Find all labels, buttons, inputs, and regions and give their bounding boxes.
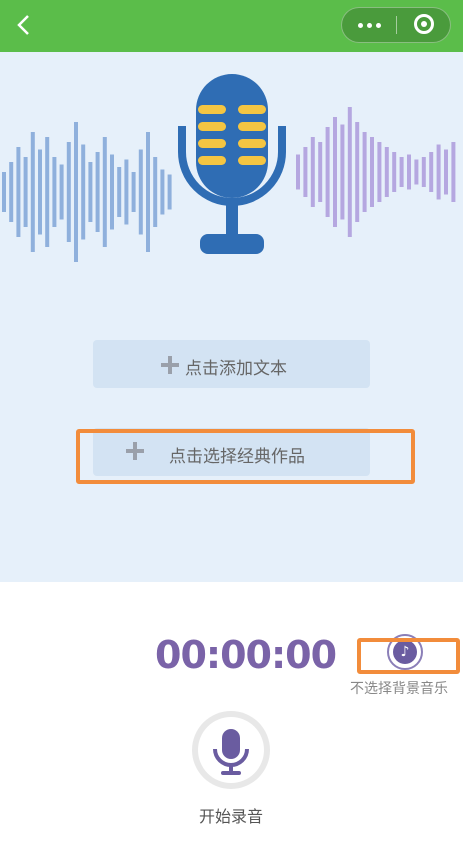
chevron-left-icon[interactable] [10,10,38,40]
hero-panel [0,52,463,582]
capsule-divider [396,16,397,34]
plus-icon [161,356,179,374]
add-text-label: 点击添加文本 [185,359,287,379]
background-music-label[interactable]: 不选择背景音乐 [350,678,463,698]
add-text-button[interactable]: 点击添加文本 [93,340,370,388]
top-navigation-bar [0,0,463,52]
recording-timer: 00:00:00 [155,633,337,677]
highlight-box [76,429,415,484]
start-recording-label: 开始录音 [198,807,263,826]
microphone-icon [213,729,249,775]
microphone-illustration [178,74,286,254]
mini-program-capsule [341,7,451,43]
circle-close-icon[interactable] [414,14,434,34]
more-dots-icon[interactable] [342,8,396,42]
start-recording-button[interactable] [192,711,270,789]
highlight-box [357,638,460,674]
